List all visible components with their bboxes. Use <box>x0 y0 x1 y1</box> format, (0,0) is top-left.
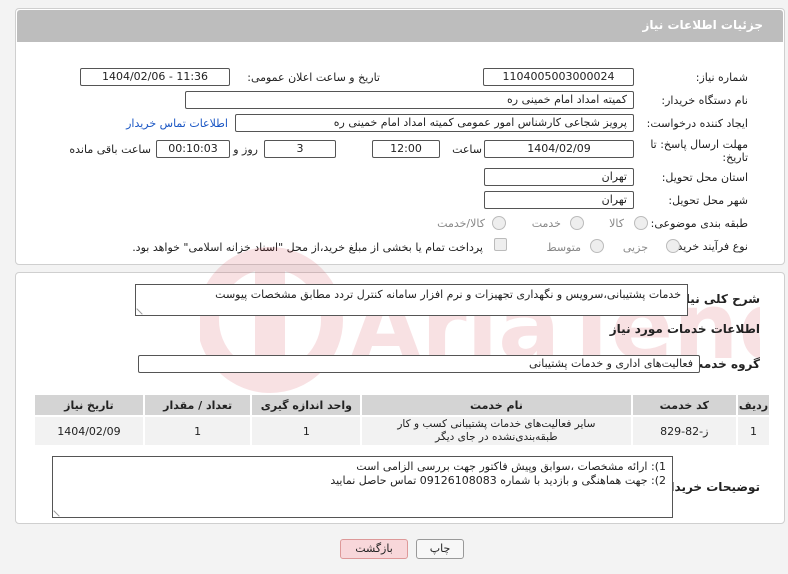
process-option-minor: جزیی <box>622 241 648 254</box>
buyer-notes-label: توضیحات خریدار: <box>658 480 760 494</box>
process-radio-medium[interactable] <box>590 239 604 253</box>
city-field[interactable]: تهران <box>484 191 634 209</box>
summary-text: خدمات پشتیبانی،سرویس و نگهداری تجهیزات و… <box>215 288 681 301</box>
panel-header: جزئیات اطلاعات نیاز <box>17 10 783 42</box>
col-service-name: نام خدمت <box>360 393 633 417</box>
cell-service-name: سایر فعالیت‌های خدمات پشتیبانی کسب و کار… <box>360 415 633 447</box>
remaining-time-field[interactable]: 00:10:03 <box>156 140 230 158</box>
cell-unit: 1 <box>250 415 363 447</box>
buyer-org-field[interactable]: کمیته امداد امام خمینی ره <box>185 91 634 109</box>
category-radio-service[interactable] <box>570 216 584 230</box>
requester-field[interactable]: پرویز شجاعی کارشناس امور عمومی کمیته امد… <box>235 114 634 132</box>
buyer-note-1: 1): ارائه مشخصات ،سوابق وپیش فاکتور جهت … <box>356 460 666 473</box>
province-field[interactable]: تهران <box>484 168 634 186</box>
deadline-label: مهلت ارسال پاسخ: تا تاریخ: <box>650 138 748 164</box>
col-need-date: تاریخ نیاز <box>33 393 145 417</box>
cell-need-date: 1404/02/09 <box>33 415 145 447</box>
col-service-code: کد خدمت <box>630 393 739 417</box>
table-header-row: ردیف کد خدمت نام خدمت واحد اندازه گیری ت… <box>33 393 771 417</box>
announce-label: تاریخ و ساعت اعلان عمومی: <box>247 71 380 84</box>
need-number-field[interactable]: 1104005003000024 <box>483 68 634 86</box>
deadline-time-field[interactable]: 12:00 <box>372 140 440 158</box>
deadline-date-field[interactable]: 1404/02/09 <box>484 140 634 158</box>
col-quantity: تعداد / مقدار <box>142 393 253 417</box>
col-unit: واحد اندازه گیری <box>250 393 363 417</box>
category-option-goods: کالا <box>609 217 624 230</box>
process-radio-minor[interactable] <box>666 239 680 253</box>
days-label: روز و <box>233 143 258 156</box>
buyer-org-label: نام دستگاه خریدار: <box>661 94 748 107</box>
col-row: ردیف <box>736 393 771 417</box>
resize-handle-icon[interactable] <box>53 505 65 517</box>
table-row: 1 ز-82-829 سایر فعالیت‌های خدمات پشتیبان… <box>33 415 771 447</box>
service-group-field[interactable]: فعالیت‌های اداری و خدمات پشتیبانی <box>138 355 700 373</box>
payment-note: پرداخت تمام یا بخشی از مبلغ خرید،از محل … <box>132 241 483 254</box>
requester-label: ایجاد کننده درخواست: <box>646 117 748 130</box>
category-radio-goods-service[interactable] <box>492 216 506 230</box>
summary-textarea[interactable]: خدمات پشتیبانی،سرویس و نگهداری تجهیزات و… <box>135 284 688 316</box>
remaining-label: ساعت باقی مانده <box>69 143 151 156</box>
process-option-medium: متوسط <box>546 241 581 254</box>
process-label: نوع فرآیند خرید : <box>670 240 748 253</box>
need-number-label: شماره نیاز: <box>695 71 748 84</box>
days-field[interactable]: 3 <box>264 140 336 158</box>
services-table: ردیف کد خدمت نام خدمت واحد اندازه گیری ت… <box>33 393 771 447</box>
services-heading: اطلاعات خدمات مورد نیاز <box>609 322 760 336</box>
province-label: استان محل تحویل: <box>661 171 748 184</box>
category-option-service: خدمت <box>531 217 561 230</box>
back-button[interactable]: بازگشت <box>340 539 408 559</box>
print-button[interactable]: چاپ <box>416 539 464 559</box>
cell-row: 1 <box>736 415 771 447</box>
cell-service-code: ز-82-829 <box>630 415 739 447</box>
category-radio-goods[interactable] <box>634 216 648 230</box>
announce-field[interactable]: 1404/02/06 - 11:36 <box>80 68 230 86</box>
category-option-goods-service: کالا/خدمت <box>437 217 485 230</box>
buyer-contact-link[interactable]: اطلاعات تماس خریدار <box>126 117 228 130</box>
cell-quantity: 1 <box>142 415 253 447</box>
city-label: شهر محل تحویل: <box>668 194 748 207</box>
resize-handle-icon[interactable] <box>136 303 148 315</box>
buyer-notes-textarea[interactable]: 1): ارائه مشخصات ،سوابق وپیش فاکتور جهت … <box>52 456 673 518</box>
category-label: طبقه بندی موضوعی: <box>650 217 748 230</box>
treasury-checkbox[interactable] <box>494 238 507 251</box>
panel-title: جزئیات اطلاعات نیاز <box>642 18 763 32</box>
deadline-time-label: ساعت <box>452 143 482 156</box>
buyer-note-2: 2): جهت هماهنگی و بازدید با شماره 091261… <box>330 474 666 487</box>
